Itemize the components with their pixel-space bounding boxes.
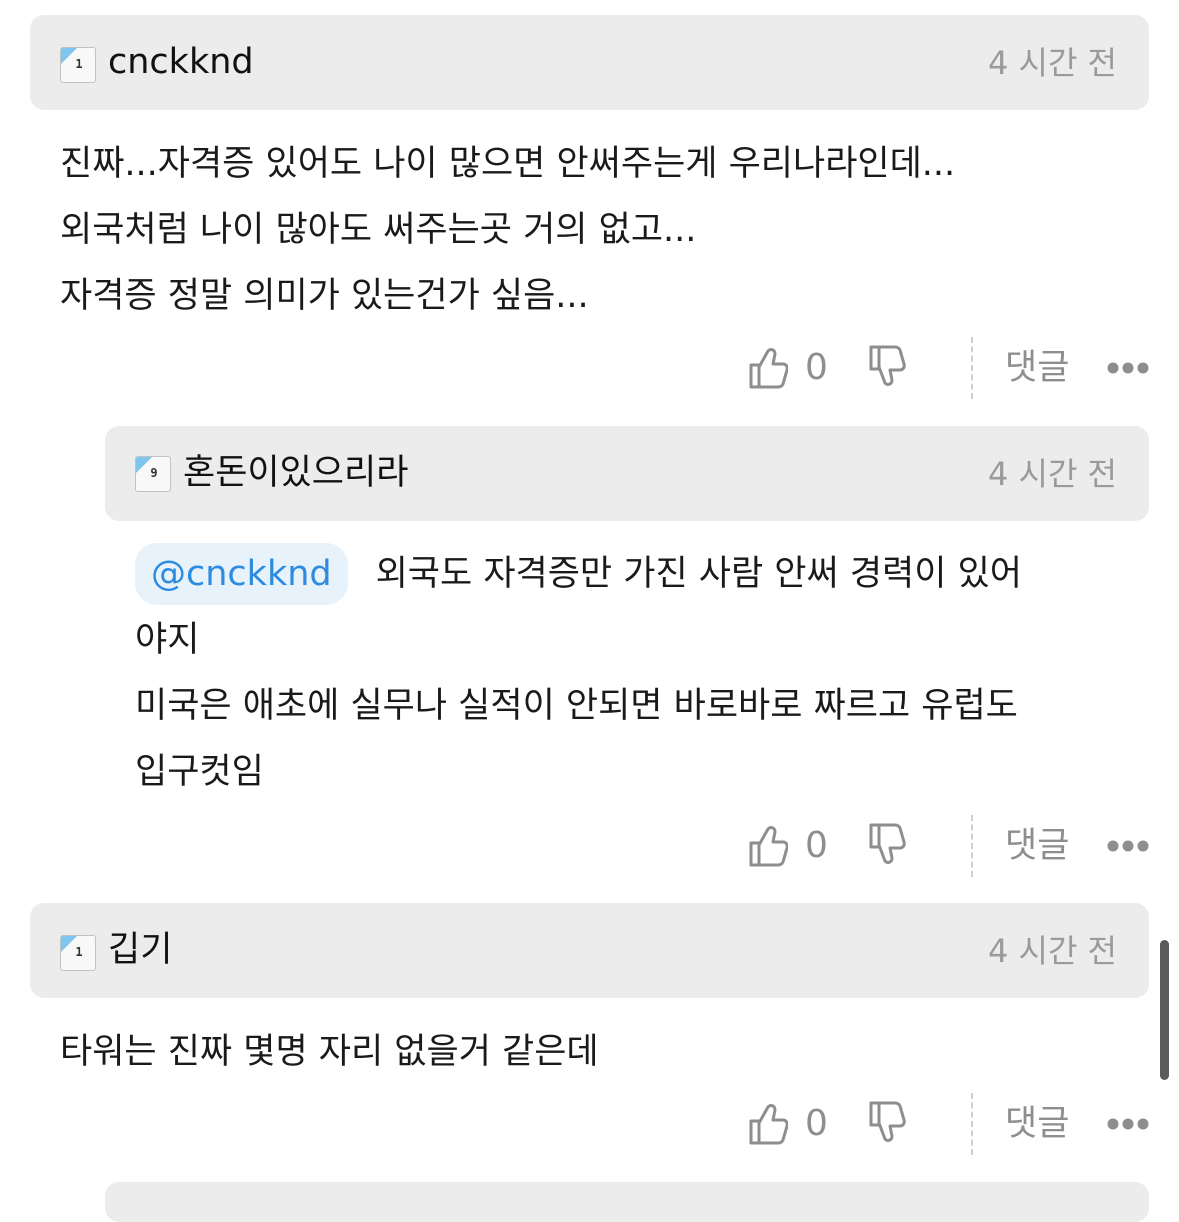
reply-button[interactable]: 댓글 <box>1005 823 1069 869</box>
thumb-down-icon[interactable] <box>868 343 908 389</box>
comment-actions: 0 댓글 <box>30 1093 1149 1175</box>
divider <box>971 1093 973 1155</box>
reply-comment: 9 혼돈이있으리라 4 시간 전 @cnckknd 외국도 자격증만 가진 사람 … <box>105 426 1149 897</box>
comment-line: 야지 <box>135 620 200 660</box>
divider <box>971 815 973 877</box>
divider <box>971 337 973 399</box>
thumb-up-icon[interactable] <box>748 345 788 391</box>
level-badge-icon: 1 <box>60 47 96 83</box>
comment-line: 입구컷임 <box>135 752 264 792</box>
thumb-up-icon[interactable] <box>748 1101 788 1147</box>
reply-button[interactable]: 댓글 <box>1005 345 1069 391</box>
level-badge-icon: 9 <box>135 456 171 492</box>
comment-header: 1 깁기 4 시간 전 <box>30 903 1149 998</box>
level-badge-icon: 1 <box>60 935 96 971</box>
like-count: 0 <box>805 825 828 866</box>
timestamp: 4 시간 전 <box>987 44 1117 82</box>
more-dots-icon[interactable] <box>1107 1117 1149 1131</box>
timestamp: 4 시간 전 <box>987 455 1117 493</box>
comment-text: 타워는 진짜 몇명 자리 없을거 같은데 <box>30 998 1149 1085</box>
comment-actions: 0 댓글 <box>105 815 1149 897</box>
more-dots-icon[interactable] <box>1107 361 1149 375</box>
comment: 1 cnckknd 4 시간 전 진짜...자격증 있어도 나이 많으면 안써주… <box>30 15 1149 419</box>
username[interactable]: cnckknd <box>108 39 254 85</box>
comment-line: 타워는 진짜 몇명 자리 없을거 같은데 <box>60 1032 599 1072</box>
comment-header: 9 혼돈이있으리라 4 시간 전 <box>105 426 1149 521</box>
comment-line: 미국은 애초에 실무나 실적이 안되면 바로바로 짜르고 유럽도 <box>135 686 1018 726</box>
comment-text: 진짜...자격증 있어도 나이 많으면 안써주는게 우리나라인데... 외국처럼… <box>30 110 1149 329</box>
comment-line: 진짜...자격증 있어도 나이 많으면 안써주는게 우리나라인데... <box>60 144 956 184</box>
like-count: 0 <box>805 347 828 388</box>
comment-header: 1 cnckknd 4 시간 전 <box>30 15 1149 110</box>
next-comment-header <box>105 1182 1149 1222</box>
scrollbar[interactable] <box>1160 940 1169 1080</box>
comment-line: 자격증 정말 의미가 있는건가 싶음... <box>60 276 589 316</box>
more-dots-icon[interactable] <box>1107 839 1149 853</box>
comment-line: 외국도 자격증만 가진 사람 안써 경력이 있어 <box>375 554 1022 594</box>
comment-text: @cnckknd 외국도 자격증만 가진 사람 안써 경력이 있어 야지 미국은 … <box>105 521 1149 805</box>
thumb-down-icon[interactable] <box>868 821 908 867</box>
reply-button[interactable]: 댓글 <box>1005 1101 1069 1147</box>
timestamp: 4 시간 전 <box>987 932 1117 970</box>
comment-line: 외국처럼 나이 많아도 써주는곳 거의 없고... <box>60 210 697 250</box>
thumb-up-icon[interactable] <box>748 823 788 869</box>
like-count: 0 <box>805 1103 828 1144</box>
username[interactable]: 깁기 <box>108 927 172 973</box>
mention-tag[interactable]: @cnckknd <box>135 543 348 605</box>
username[interactable]: 혼돈이있으리라 <box>183 450 408 496</box>
thumb-down-icon[interactable] <box>868 1099 908 1145</box>
comment: 1 깁기 4 시간 전 타워는 진짜 몇명 자리 없을거 같은데 0 댓글 <box>30 903 1149 1175</box>
comment-actions: 0 댓글 <box>30 337 1149 419</box>
